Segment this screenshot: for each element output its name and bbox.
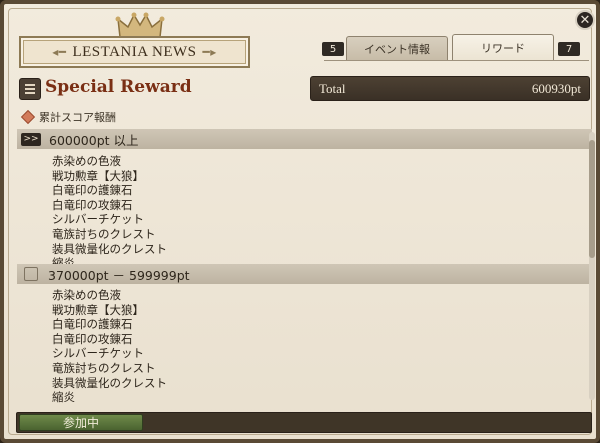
total-score-box: Total 600930pt <box>310 76 590 101</box>
reward-item: 白竜印の護錬石 <box>52 183 133 198</box>
banner-title: LESTANIA NEWS <box>72 43 197 60</box>
reward-item: 白竜印の護錬石 <box>52 317 133 332</box>
page-title: Special Reward <box>45 77 192 97</box>
reward-item: 赤染めの色液 <box>52 154 121 168</box>
reward-window: ◂━ LESTANIA NEWS ━▸ ✕ 5 イベント情報 リワード 7 Sp… <box>0 0 600 443</box>
reward-item: シルバーチケット <box>52 212 144 227</box>
news-banner: ◂━ LESTANIA NEWS ━▸ <box>19 36 250 68</box>
tab-underline <box>324 60 589 61</box>
double-chevron-icon: >> <box>21 132 41 146</box>
tab-reward[interactable]: リワード <box>452 34 554 60</box>
reward-tier-header: >> 600000pt 以上 <box>17 129 592 149</box>
diamond-icon <box>20 109 36 125</box>
tier-range: 600000pt 以上 <box>49 132 139 148</box>
tier-items: 赤染めの色液 戦功勲章【大狼】 白竜印の護錬石 白竜印の攻錬石 シルバーチケット… <box>52 154 167 271</box>
close-button[interactable]: ✕ <box>575 10 595 30</box>
reward-item: 赤染めの色液 <box>52 288 121 302</box>
reward-list[interactable]: >> 600000pt 以上 赤染めの色液 戦功勲章【大狼】 白竜印の護錬石 白… <box>17 128 592 407</box>
total-value: 600930pt <box>531 80 581 96</box>
reward-item: 装具微量化のクレスト <box>52 241 167 256</box>
reward-item: 竜族討ちのクレスト <box>52 360 156 375</box>
tier-range: 370000pt － 599999pt <box>48 267 190 283</box>
total-label: Total <box>319 80 346 96</box>
reward-item: 竜族討ちのクレスト <box>52 226 156 241</box>
banner-left-arrow-icon: ◂━ <box>52 44 67 59</box>
reward-item: 装具微量化のクレスト <box>52 375 167 390</box>
participating-button[interactable]: 参加中 <box>19 414 143 431</box>
next-tab-count[interactable]: 7 <box>558 42 580 56</box>
tier-items: 赤染めの色液 戦功勲章【大狼】 白竜印の護錬石 白竜印の攻錬石 シルバーチケット… <box>52 288 167 405</box>
reward-item: 白竜印の攻錬石 <box>52 197 133 212</box>
prev-tab-count[interactable]: 5 <box>322 42 344 56</box>
reward-item: 戦功勲章【大狼】 <box>52 168 144 183</box>
tier-box-icon <box>24 267 38 281</box>
reward-item: 白竜印の攻錬石 <box>52 331 133 346</box>
menu-icon <box>19 78 41 100</box>
reward-item: シルバーチケット <box>52 346 144 361</box>
subheading-label: 累計スコア報酬 <box>39 111 116 124</box>
scrollbar-thumb[interactable] <box>589 140 595 258</box>
reward-tier-header: 370000pt － 599999pt <box>17 264 592 284</box>
tab-event-info[interactable]: イベント情報 <box>346 36 448 60</box>
banner-right-arrow-icon: ━▸ <box>202 44 217 59</box>
participation-bar: 参加中 <box>16 412 592 433</box>
cumulative-score-heading: 累計スコア報酬 <box>20 109 116 125</box>
close-icon: ✕ <box>579 12 591 28</box>
list-scrollbar[interactable] <box>589 132 595 400</box>
reward-item: 戦功勲章【大狼】 <box>52 302 144 317</box>
reward-item: 縮炎 <box>52 390 75 405</box>
crown-icon <box>115 12 165 38</box>
